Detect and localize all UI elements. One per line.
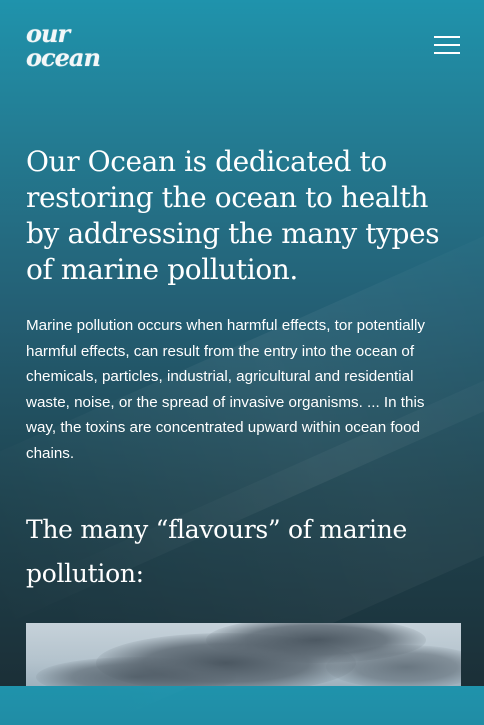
intro-paragraph: Marine pollution occurs when harmful eff… (26, 317, 426, 462)
cloud-shape (326, 645, 461, 686)
menu-bar (434, 52, 460, 54)
menu-bar (434, 36, 460, 38)
site-logo[interactable]: our ocean (26, 22, 108, 76)
section-heading: The many “flavours” of marine pollution: (26, 515, 408, 588)
menu-bar (434, 44, 460, 46)
page: our ocean Our Ocean is dedicated to rest… (0, 0, 484, 725)
intro-heading: Our Ocean is dedicated to restoring the … (26, 145, 440, 286)
cloudy-sky-image (26, 623, 461, 686)
logo-text-line2: ocean (26, 43, 101, 72)
hamburger-menu-icon[interactable] (434, 34, 462, 56)
site-header: our ocean (0, 0, 484, 90)
